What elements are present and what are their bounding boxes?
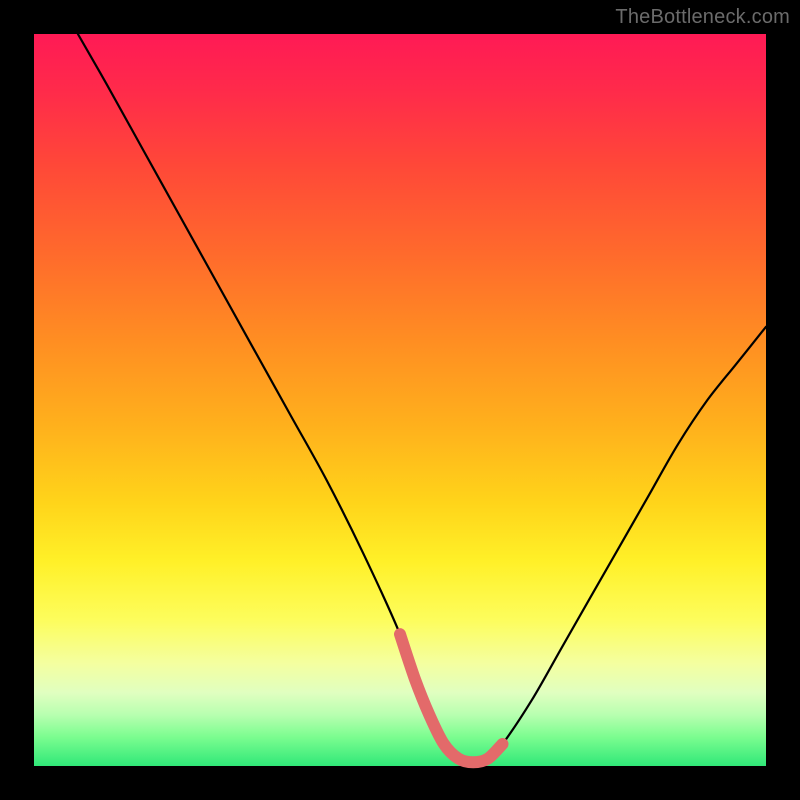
optimal-range-highlight [400, 634, 503, 762]
chart-frame: TheBottleneck.com [0, 0, 800, 800]
plot-area [34, 34, 766, 766]
bottleneck-curve [78, 34, 766, 762]
curve-svg [34, 34, 766, 766]
watermark-text: TheBottleneck.com [615, 6, 790, 29]
